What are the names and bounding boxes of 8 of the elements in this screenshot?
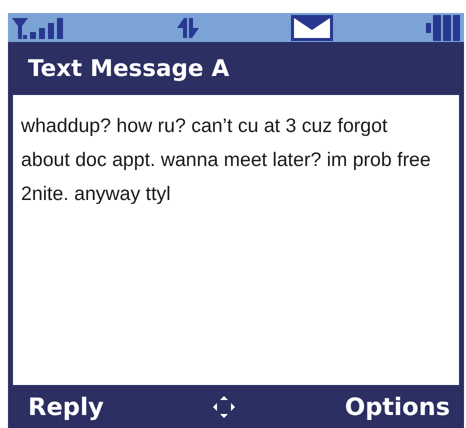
battery-icon	[426, 14, 460, 42]
envelope-icon	[291, 14, 334, 40]
message-text: whaddup? how ru? can’t cu at 3 cuz forgot about doc appt. wanna meet later? im prob free 2nite. anyway ttyl	[21, 114, 431, 207]
reply-softkey[interactable]: Reply	[28, 392, 104, 420]
signal-icon	[12, 16, 64, 40]
message-title: Text Message A	[28, 56, 230, 82]
options-softkey[interactable]: Options	[344, 392, 450, 420]
data-transfer-icon	[176, 16, 199, 40]
